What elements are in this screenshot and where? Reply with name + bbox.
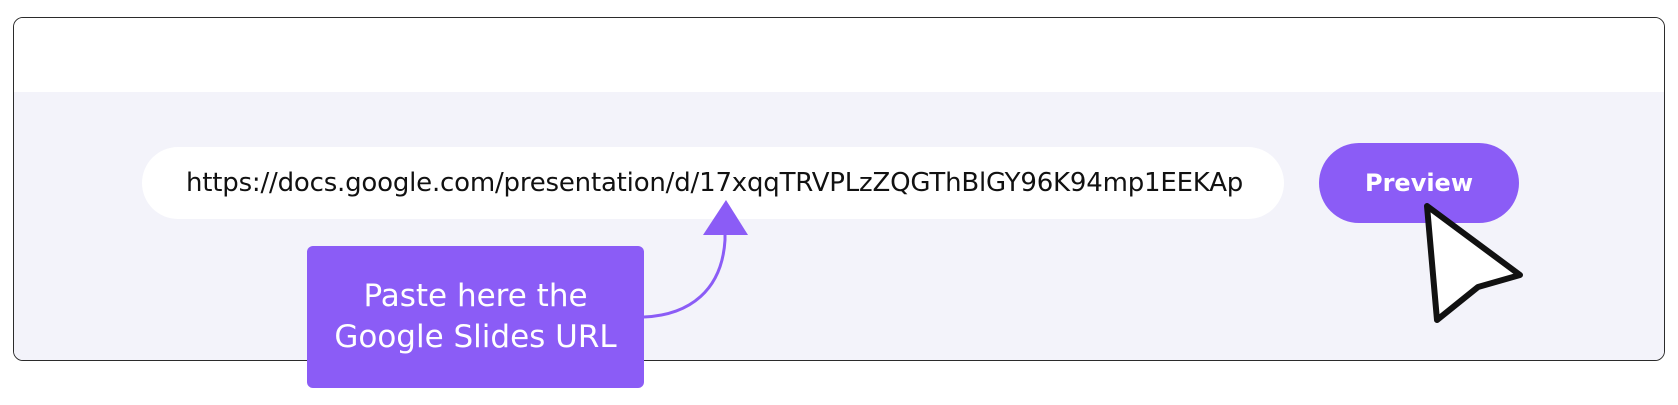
panel-header xyxy=(14,18,1664,92)
panel-body xyxy=(14,92,1664,360)
preview-button[interactable]: Preview xyxy=(1319,143,1519,223)
callout-line-2: Google Slides URL xyxy=(334,319,617,355)
callout-tooltip: Paste here the Google Slides URL xyxy=(307,246,644,388)
url-input[interactable] xyxy=(142,147,1284,219)
callout-line-1: Paste here the xyxy=(363,278,588,314)
